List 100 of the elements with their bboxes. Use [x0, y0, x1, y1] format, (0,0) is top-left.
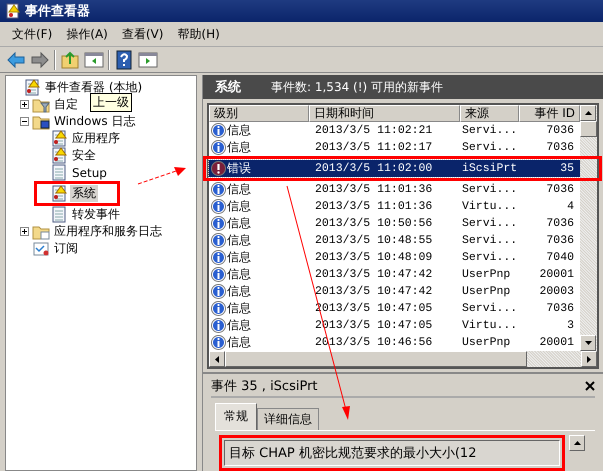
log-warning-icon: [50, 185, 68, 202]
table-cell-text: 7040: [545, 251, 575, 264]
table-cell-text: Virtu...: [461, 319, 518, 332]
table-cell: 错误: [227, 160, 251, 177]
scrollbar[interactable]: [580, 105, 597, 351]
log-icon: [50, 164, 68, 181]
column-header[interactable]: 级别: [209, 105, 309, 122]
scroll-thumb[interactable]: [580, 121, 597, 137]
table-cell-text: Servi...: [461, 302, 518, 315]
tree-item[interactable]: 事件查看器 (本地): [43, 79, 144, 96]
event-row[interactable]: 信息 2013/3/5 11:02:17 Servi... 7036: [209, 139, 580, 156]
expand-toggle-icon[interactable]: [20, 100, 29, 109]
pane-icon[interactable]: [138, 50, 158, 70]
table-cell: 信息: [227, 249, 251, 266]
table-cell: 信息: [227, 198, 251, 215]
table-cell: 信息: [227, 266, 251, 283]
tree-item[interactable]: 转发事件: [70, 206, 122, 223]
tree-item[interactable]: 应用程序: [70, 130, 122, 147]
table-cell-text: 7036: [545, 217, 575, 230]
table-cell-text: 2013/3/5 11:01:36: [314, 183, 434, 196]
tab[interactable]: 详细信息: [257, 408, 319, 430]
menu-item[interactable]: 操作(A): [60, 24, 114, 44]
table-cell-text: Virtu...: [461, 200, 518, 213]
event-row[interactable]: 信息 2013/3/5 11:01:36 Virtu... 4: [209, 198, 580, 215]
table-cell: 信息: [227, 334, 251, 351]
table-cell-text: 7036: [545, 124, 575, 137]
event-row[interactable]: 信息 2013/3/5 10:48:55 Servi... 7036: [209, 232, 580, 249]
scroll-right-icon[interactable]: [587, 356, 591, 362]
tab[interactable]: 常规: [215, 403, 257, 430]
back-arrow-icon[interactable]: [6, 50, 26, 70]
tree-item[interactable]: 订阅: [52, 240, 80, 257]
table-cell: 信息: [227, 317, 251, 334]
menu-item[interactable]: 查看(V): [116, 24, 170, 44]
table-cell: 信息: [227, 181, 251, 198]
table-cell-text: UserPnp: [461, 285, 512, 298]
event-row[interactable]: 信息 2013/3/5 11:02:21 Servi... 7036: [209, 122, 580, 139]
table-cell-text: Servi...: [461, 251, 518, 264]
scroll-thumb[interactable]: [225, 351, 527, 367]
table-cell-text: Servi...: [461, 183, 518, 196]
menu-item[interactable]: 帮助(H): [171, 24, 226, 44]
event-row[interactable]: 信息 2013/3/5 10:48:09 Servi... 7040: [209, 249, 580, 266]
table-cell-text: 2013/3/5 10:48:09: [314, 251, 434, 264]
table-cell-text: Servi...: [461, 141, 518, 154]
tree-item[interactable]: Windows 日志: [52, 113, 138, 130]
scrollbar[interactable]: [209, 351, 597, 367]
tree-item[interactable]: Setup: [70, 166, 109, 180]
table-cell-text: 2013/3/5 11:02:21: [314, 124, 434, 137]
scroll-left-icon[interactable]: [215, 356, 219, 362]
log-warning-icon: [50, 130, 68, 147]
event-row[interactable]: 信息 2013/3/5 10:50:56 Servi... 7036: [209, 215, 580, 232]
log-viewer-icon: [23, 79, 41, 96]
pane-icon[interactable]: [84, 50, 104, 70]
table-cell-text: iScsiPrt: [461, 162, 518, 175]
table-cell-text: Servi...: [461, 234, 518, 247]
scroll-down-icon[interactable]: [584, 341, 592, 345]
log-title: 系统: [215, 78, 241, 96]
table-cell-text: 3: [566, 319, 575, 332]
table-cell-text: 2013/3/5 10:47:42: [314, 285, 434, 298]
table-cell: 信息: [227, 215, 251, 232]
column-header[interactable]: 来源: [460, 105, 519, 122]
table-cell-text: 2013/3/5 10:47:42: [314, 268, 434, 281]
column-header[interactable]: 事件 ID: [519, 105, 580, 122]
table-cell-text: 20003: [538, 285, 575, 298]
help-icon[interactable]: [114, 50, 134, 70]
log-warning-icon: [50, 147, 68, 164]
collapse-toggle-icon[interactable]: [20, 117, 29, 126]
event-count: 事件数: 1,534 (!) 可用的新事件: [271, 78, 444, 96]
table-cell-text: Servi...: [461, 124, 518, 137]
tooltip: 上一级: [90, 93, 132, 112]
tree-item[interactable]: 系统: [70, 185, 98, 202]
event-title: 事件 35 , iScsiPrt: [211, 378, 318, 395]
tree-item[interactable]: 安全: [70, 147, 98, 164]
event-row[interactable]: 信息 2013/3/5 11:01:36 Servi... 7036: [209, 181, 580, 198]
table-cell: 信息: [227, 232, 251, 249]
subscription-icon: [32, 240, 50, 257]
window-title: 事件查看器: [25, 3, 90, 20]
table-cell: 信息: [227, 300, 251, 317]
table-cell: 信息: [227, 139, 251, 156]
tree-item[interactable]: 自定: [52, 96, 80, 113]
table-cell-text: 2013/3/5 10:50:56: [314, 217, 434, 230]
column-header[interactable]: 日期和时间: [309, 105, 460, 122]
log-icon: [50, 206, 68, 223]
menu-item[interactable]: 文件(F): [6, 24, 58, 44]
tree-item[interactable]: 应用程序和服务日志: [52, 223, 164, 240]
table-cell-text: 2013/3/5 11:02:17: [314, 141, 434, 154]
table-cell-text: Servi...: [461, 217, 518, 230]
table-cell-text: 7036: [545, 234, 575, 247]
event-row[interactable]: 错误 2013/3/5 11:02:00 iScsiPrt 35: [209, 160, 580, 177]
close-icon[interactable]: [585, 381, 595, 391]
table-cell: 信息: [227, 283, 251, 300]
event-message: 目标 CHAP 机密比规范要求的最小大小(12: [229, 446, 476, 461]
scroll-up-icon[interactable]: [574, 441, 580, 445]
table-cell-text: 20001: [538, 268, 575, 281]
table-cell-text: 7036: [545, 141, 575, 154]
expand-toggle-icon[interactable]: [20, 227, 29, 236]
event-row[interactable]: 信息 2013/3/5 10:47:42 UserPnp 20001: [209, 266, 580, 283]
event-row[interactable]: 信息 2013/3/5 10:47:42 UserPnp 20003: [209, 283, 580, 300]
scroll-up-icon[interactable]: [584, 111, 592, 115]
table-cell-text: 35: [559, 162, 575, 175]
table-cell-text: 4: [566, 200, 575, 213]
